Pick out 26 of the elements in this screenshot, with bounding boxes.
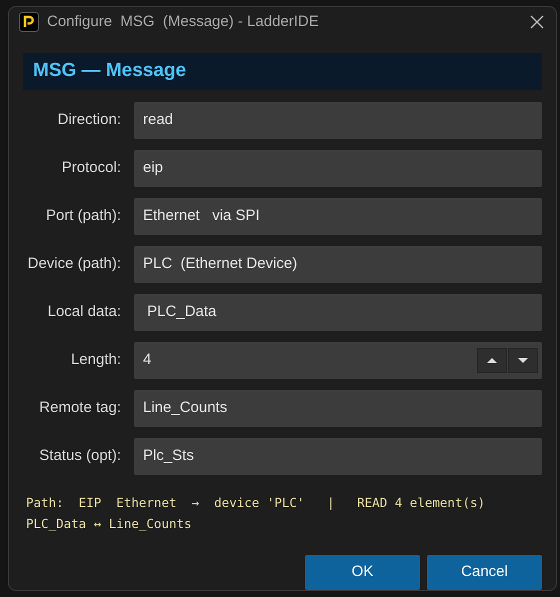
summary-line: Path: EIP Ethernet → device 'PLC' | READ 4 element(s) [26, 494, 486, 512]
field-label: Port (path): [44, 206, 121, 226]
input-field[interactable]: Ethernet via SPI [134, 198, 542, 235]
window-title: Configure MSG (Message) - LadderIDE [47, 12, 319, 32]
spin-field[interactable]: 4 [134, 342, 542, 379]
input-field[interactable]: eip [134, 150, 542, 187]
field-label: Direction: [56, 110, 121, 130]
spin-button[interactable] [508, 348, 538, 373]
input-field[interactable]: PLC_Data [134, 294, 542, 331]
input-field[interactable]: Plc_Sts [134, 438, 542, 475]
field-label: Device (path): [26, 254, 121, 274]
app-logo-icon [19, 12, 39, 32]
field-label: Remote tag: [38, 398, 121, 418]
input-field[interactable]: read [134, 102, 542, 139]
input-field[interactable]: PLC (Ethernet Device) [134, 246, 542, 283]
cancel-button[interactable]: Cancel [427, 555, 542, 590]
dialog-heading: MSG — Message [33, 59, 186, 84]
field-label: Status (opt): [38, 446, 121, 466]
close-icon[interactable] [530, 15, 544, 29]
spin-button[interactable] [477, 348, 507, 373]
field-label: Local data: [46, 302, 121, 322]
field-label: Length: [70, 350, 121, 370]
field-label: Protocol: [60, 158, 121, 178]
input-field[interactable]: Line_Counts [134, 390, 542, 427]
ok-button[interactable]: OK [305, 555, 420, 590]
summary-line: PLC_Data ↔ Line_Counts [26, 515, 193, 533]
